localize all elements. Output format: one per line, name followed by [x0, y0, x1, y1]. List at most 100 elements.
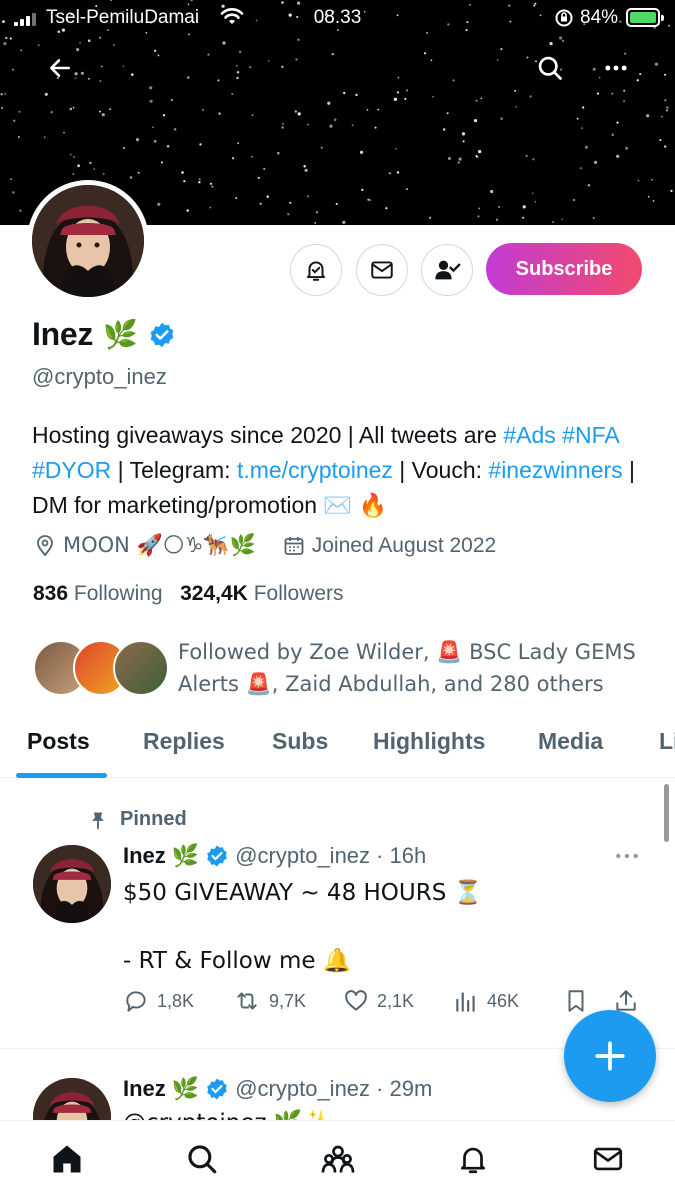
- hashtag-nfa-link[interactable]: #NFA: [562, 422, 618, 448]
- profile-name-emoji: 🌿: [103, 318, 138, 351]
- hashtag-ads-link[interactable]: #Ads: [503, 422, 555, 448]
- following-label: Following: [73, 582, 163, 605]
- battery-percent: 84%: [580, 7, 619, 28]
- post-author-handle[interactable]: @crypto_inez: [235, 1076, 370, 1102]
- profile-handle: @crypto_inez: [32, 364, 167, 389]
- followed-by-section[interactable]: Followed by Zoe Wilder, 🚨 BSC Lady GEMS …: [33, 636, 673, 698]
- followers-count: 324,4K: [180, 582, 248, 605]
- profile-location: MOON 🚀🌕♑🐕‍🦺🌿: [63, 533, 256, 557]
- post-author-handle[interactable]: @crypto_inez: [235, 843, 370, 869]
- search-button[interactable]: [532, 50, 568, 86]
- post-timestamp: · 16h: [376, 843, 427, 868]
- following-count: 836: [33, 582, 69, 605]
- profile-actions: Subscribe: [0, 242, 675, 296]
- hashtag-dyor-link[interactable]: #DYOR: [32, 457, 111, 483]
- post-author-name[interactable]: Inez: [123, 843, 166, 869]
- rotation-lock-icon: [555, 9, 573, 27]
- post-author-emoji: 🌿: [171, 1076, 200, 1102]
- bio-text: Hosting giveaways since 2020 | All tweet…: [32, 422, 504, 448]
- post-author-emoji: 🌿: [171, 843, 200, 869]
- nav-communities[interactable]: [318, 1139, 358, 1179]
- location-pin-icon: [37, 534, 53, 556]
- nav-notifications[interactable]: [453, 1139, 493, 1179]
- search-icon: [188, 1145, 217, 1174]
- post-more-button[interactable]: [614, 846, 640, 871]
- heart-icon: [345, 990, 367, 1011]
- post-timestamp: · 29m: [376, 1076, 433, 1101]
- bookmark-icon: [568, 990, 584, 1012]
- more-horizontal-icon: [605, 65, 627, 71]
- post-text: $50 GIVEAWAY ~ 48 HOURS ⏳ - RT & Follow …: [123, 880, 483, 974]
- back-arrow-icon: [50, 59, 70, 77]
- profile-joined-date: Joined August 2022: [311, 533, 497, 557]
- profile-name: Inez: [32, 316, 94, 352]
- tab-replies[interactable]: Replies: [143, 728, 225, 755]
- back-button[interactable]: [42, 50, 78, 86]
- telegram-link[interactable]: t.me/cryptoinez: [237, 457, 393, 483]
- retweet-button[interactable]: 9,7K: [233, 988, 306, 1014]
- post-header: Inez 🌿 @crypto_inez · 29m: [123, 1076, 432, 1102]
- post-avatar[interactable]: [33, 845, 111, 923]
- retweet-icon: [237, 992, 257, 1010]
- profile-bio: Hosting giveaways since 2020 | All tweet…: [32, 418, 652, 523]
- followers-link[interactable]: 324,4K Followers: [180, 582, 343, 605]
- envelope-icon: [371, 261, 393, 279]
- tab-highlights[interactable]: Highlights: [373, 728, 485, 755]
- pinned-text: Pinned: [120, 808, 187, 830]
- plus-icon: [595, 1041, 625, 1071]
- follow-counts: 836 Following 324,4K Followers: [33, 582, 344, 606]
- like-count: 2,1K: [377, 990, 415, 1011]
- status-bar: Tsel-PemiluDamai 08.33 84%: [0, 0, 675, 36]
- reply-button[interactable]: 1,8K: [123, 988, 194, 1014]
- nav-home[interactable]: [47, 1139, 87, 1179]
- verified-badge-icon[interactable]: [148, 321, 176, 349]
- followed-by-text: Followed by Zoe Wilder, 🚨 BSC Lady GEMS …: [178, 640, 636, 696]
- avatar-illustration: [33, 845, 111, 923]
- tab-posts[interactable]: Posts: [27, 728, 90, 755]
- following-button[interactable]: [421, 244, 473, 296]
- tab-subs[interactable]: Subs: [272, 728, 328, 755]
- following-link[interactable]: 836 Following: [33, 582, 163, 605]
- search-icon: [538, 56, 562, 80]
- notifications-button[interactable]: [290, 244, 342, 296]
- calendar-icon: [284, 536, 304, 555]
- retweet-count: 9,7K: [269, 990, 307, 1011]
- post-author-name[interactable]: Inez: [123, 1076, 166, 1102]
- profile-meta: MOON 🚀🌕♑🐕‍🦺🌿 Joined August 2022: [33, 533, 496, 558]
- tab-likes[interactable]: Li: [659, 728, 675, 755]
- analytics-icon: [456, 992, 475, 1012]
- followers-label: Followers: [253, 582, 344, 605]
- bio-text: | Telegram:: [111, 457, 237, 483]
- pinned-label: Pinned: [88, 808, 187, 831]
- active-tab-indicator: [16, 773, 107, 778]
- reply-count: 1,8K: [157, 990, 195, 1011]
- home-icon: [53, 1145, 81, 1173]
- compose-post-button[interactable]: [564, 1010, 656, 1102]
- tab-media[interactable]: Media: [538, 728, 603, 755]
- profile-tabs: Posts Replies Subs Highlights Media Li: [0, 714, 675, 778]
- subscribe-button[interactable]: Subscribe: [486, 243, 642, 295]
- follower-avatar: [113, 640, 169, 696]
- bookmark-button[interactable]: [563, 988, 589, 1014]
- communities-icon: [321, 1145, 355, 1173]
- like-button[interactable]: 2,1K: [343, 988, 414, 1014]
- bottom-navigation: [0, 1120, 675, 1200]
- hashtag-inezwinners-link[interactable]: #inezwinners: [488, 457, 622, 483]
- verified-badge-icon: [207, 1078, 228, 1100]
- profile-name-row: Inez 🌿: [32, 316, 176, 353]
- message-button[interactable]: [356, 244, 408, 296]
- bell-icon: [461, 1147, 485, 1174]
- more-options-button[interactable]: [598, 50, 634, 86]
- scrollbar[interactable]: [664, 784, 669, 842]
- envelope-icon: [593, 1147, 623, 1171]
- more-horizontal-icon: [616, 853, 638, 859]
- bell-check-icon: [306, 261, 326, 281]
- nav-messages[interactable]: [588, 1139, 628, 1179]
- views-button[interactable]: 46K: [453, 988, 519, 1014]
- user-check-icon: [435, 260, 461, 280]
- bio-text: | Vouch:: [392, 457, 489, 483]
- pin-icon: [92, 812, 104, 829]
- nav-search[interactable]: [182, 1139, 222, 1179]
- view-count: 46K: [487, 990, 520, 1011]
- verified-badge-icon: [207, 845, 228, 867]
